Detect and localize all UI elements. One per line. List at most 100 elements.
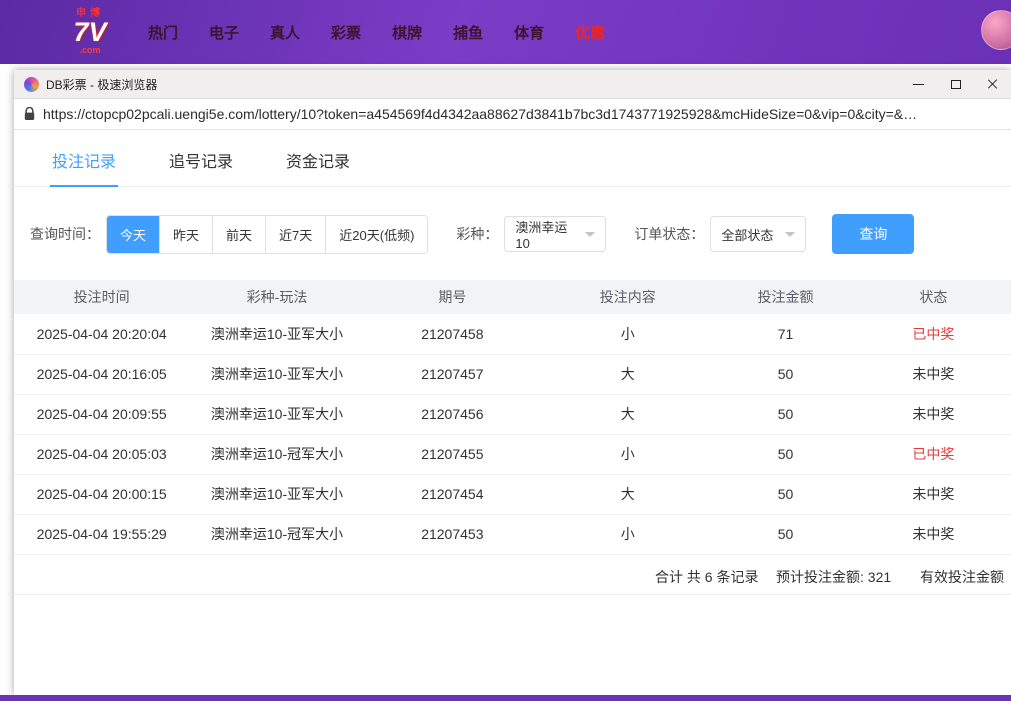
lottery-play-cell: 澳洲幸运10-冠军大小 — [189, 514, 364, 554]
tab-fund-records[interactable]: 资金记录 — [284, 130, 352, 186]
status-cell: 已中奖 — [856, 314, 1011, 354]
time-option-last-20-days[interactable]: 近20天(低频) — [325, 216, 427, 253]
close-icon — [987, 78, 999, 90]
bet-amount-cell: 50 — [715, 394, 855, 434]
tab-chase-records[interactable]: 追号记录 — [167, 130, 235, 186]
tab-bet-records[interactable]: 投注记录 — [50, 130, 118, 186]
issue-cell: 21207456 — [365, 394, 540, 434]
bet-time-cell: 2025-04-04 19:55:29 — [14, 514, 189, 554]
time-option-day-before[interactable]: 前天 — [212, 216, 265, 253]
summary-valid-amount: 有效投注金额 — [920, 567, 1004, 587]
nav-item-live[interactable]: 真人 — [270, 22, 300, 43]
address-bar[interactable]: https://ctopcp02pcali.uengi5e.com/lotter… — [14, 99, 1011, 130]
bet-content-cell: 小 — [540, 514, 715, 554]
close-button[interactable] — [974, 70, 1011, 98]
status-cell: 未中奖 — [856, 514, 1011, 554]
summary-expected-amount: 预计投注金额: 321 — [776, 567, 891, 587]
browser-app-icon — [24, 77, 39, 92]
issue-cell: 21207453 — [365, 514, 540, 554]
summary-total: 合计 共 6 条记录 — [655, 567, 758, 587]
summary-bar: 合计 共 6 条记录 预计投注金额: 321 有效投注金额 — [14, 555, 1011, 595]
table-row: 2025-04-04 20:16:05 澳洲幸运10-亚军大小 21207457… — [14, 354, 1011, 394]
lottery-select[interactable]: 澳洲幸运10 — [504, 216, 606, 252]
bet-content-cell: 小 — [540, 314, 715, 354]
table-header-row: 投注时间 彩种-玩法 期号 投注内容 投注金额 状态 — [14, 280, 1011, 314]
record-tabs: 投注记录 追号记录 资金记录 — [14, 130, 1011, 187]
header-bet-amount: 投注金额 — [715, 280, 855, 314]
lottery-play-cell: 澳洲幸运10-亚军大小 — [189, 354, 364, 394]
time-filter-label: 查询时间： — [30, 224, 100, 244]
bet-content-cell: 大 — [540, 394, 715, 434]
bet-amount-cell: 50 — [715, 514, 855, 554]
order-status-value: 全部状态 — [721, 225, 773, 244]
site-footer-strip — [0, 695, 1011, 701]
table-row: 2025-04-04 20:09:55 澳洲幸运10-亚军大小 21207456… — [14, 394, 1011, 434]
header-issue: 期号 — [365, 280, 540, 314]
url-text[interactable]: https://ctopcp02pcali.uengi5e.com/lotter… — [43, 106, 917, 122]
time-option-today[interactable]: 今天 — [107, 216, 159, 253]
bet-time-cell: 2025-04-04 20:05:03 — [14, 434, 189, 474]
logo-text-bottom: .com — [60, 46, 120, 55]
site-header: 申博 7V .com 热门 电子 真人 彩票 棋牌 捕鱼 体育 优惠 — [0, 0, 1011, 64]
nav-item-slots[interactable]: 电子 — [209, 22, 239, 43]
status-cell: 未中奖 — [856, 354, 1011, 394]
issue-cell: 21207455 — [365, 434, 540, 474]
maximize-button[interactable] — [937, 70, 974, 98]
order-status-label: 订单状态： — [634, 224, 704, 244]
issue-cell: 21207457 — [365, 354, 540, 394]
bet-time-cell: 2025-04-04 20:09:55 — [14, 394, 189, 434]
header-bet-time: 投注时间 — [14, 280, 189, 314]
window-controls — [900, 70, 1011, 98]
nav-item-fishing[interactable]: 捕鱼 — [453, 22, 483, 43]
lottery-select-value: 澳洲幸运10 — [515, 217, 577, 251]
bet-amount-cell: 50 — [715, 434, 855, 474]
status-cell: 已中奖 — [856, 434, 1011, 474]
bet-time-cell: 2025-04-04 20:20:04 — [14, 314, 189, 354]
browser-window: DB彩票 - 极速浏览器 https://ctopcp02pcali.uengi… — [14, 70, 1011, 695]
bet-amount-cell: 50 — [715, 474, 855, 514]
time-range-group: 今天 昨天 前天 近7天 近20天(低频) — [106, 215, 428, 254]
window-titlebar[interactable]: DB彩票 - 极速浏览器 — [14, 70, 1011, 99]
bet-records-table: 投注时间 彩种-玩法 期号 投注内容 投注金额 状态 2025-04-04 20… — [14, 280, 1011, 555]
table-row: 2025-04-04 20:20:04 澳洲幸运10-亚军大小 21207458… — [14, 314, 1011, 354]
maximize-icon — [951, 80, 961, 89]
time-option-yesterday[interactable]: 昨天 — [159, 216, 212, 253]
nav-item-promo[interactable]: 优惠 — [575, 22, 605, 43]
lottery-filter-label: 彩种： — [456, 224, 498, 244]
bet-amount-cell: 71 — [715, 314, 855, 354]
bet-content-cell: 大 — [540, 354, 715, 394]
nav-item-sports[interactable]: 体育 — [514, 22, 544, 43]
lottery-play-cell: 澳洲幸运10-冠军大小 — [189, 434, 364, 474]
nav-item-lottery[interactable]: 彩票 — [331, 22, 361, 43]
chevron-down-icon — [785, 232, 795, 242]
bet-time-cell: 2025-04-04 20:16:05 — [14, 354, 189, 394]
bet-content-cell: 大 — [540, 474, 715, 514]
lottery-play-cell: 澳洲幸运10-亚军大小 — [189, 474, 364, 514]
lottery-play-cell: 澳洲幸运10-亚军大小 — [189, 394, 364, 434]
query-button[interactable]: 查询 — [832, 214, 914, 254]
status-cell: 未中奖 — [856, 394, 1011, 434]
site-nav: 热门 电子 真人 彩票 棋牌 捕鱼 体育 优惠 — [148, 22, 605, 43]
table-row: 2025-04-04 20:00:15 澳洲幸运10-亚军大小 21207454… — [14, 474, 1011, 514]
window-title: DB彩票 - 极速浏览器 — [46, 76, 157, 93]
issue-cell: 21207454 — [365, 474, 540, 514]
time-option-last-7-days[interactable]: 近7天 — [265, 216, 325, 253]
status-cell: 未中奖 — [856, 474, 1011, 514]
minimize-button[interactable] — [900, 70, 937, 98]
chevron-down-icon — [585, 232, 595, 242]
header-status: 状态 — [856, 280, 1011, 314]
table-row: 2025-04-04 19:55:29 澳洲幸运10-冠军大小 21207453… — [14, 514, 1011, 554]
header-lottery-play: 彩种-玩法 — [189, 280, 364, 314]
lock-icon — [24, 107, 35, 121]
site-logo[interactable]: 申博 7V .com — [60, 9, 120, 55]
filter-bar: 查询时间： 今天 昨天 前天 近7天 近20天(低频) 彩种： 澳洲幸运10 订… — [14, 187, 1011, 278]
order-status-select[interactable]: 全部状态 — [710, 216, 806, 252]
bet-amount-cell: 50 — [715, 354, 855, 394]
page-content: 投注记录 追号记录 资金记录 查询时间： 今天 昨天 前天 近7天 近20天(低… — [14, 130, 1011, 695]
nav-item-hot[interactable]: 热门 — [148, 22, 178, 43]
nav-item-chess[interactable]: 棋牌 — [392, 22, 422, 43]
lottery-play-cell: 澳洲幸运10-亚军大小 — [189, 314, 364, 354]
user-avatar[interactable] — [981, 10, 1011, 50]
header-bet-content: 投注内容 — [540, 280, 715, 314]
minimize-icon — [913, 84, 924, 85]
